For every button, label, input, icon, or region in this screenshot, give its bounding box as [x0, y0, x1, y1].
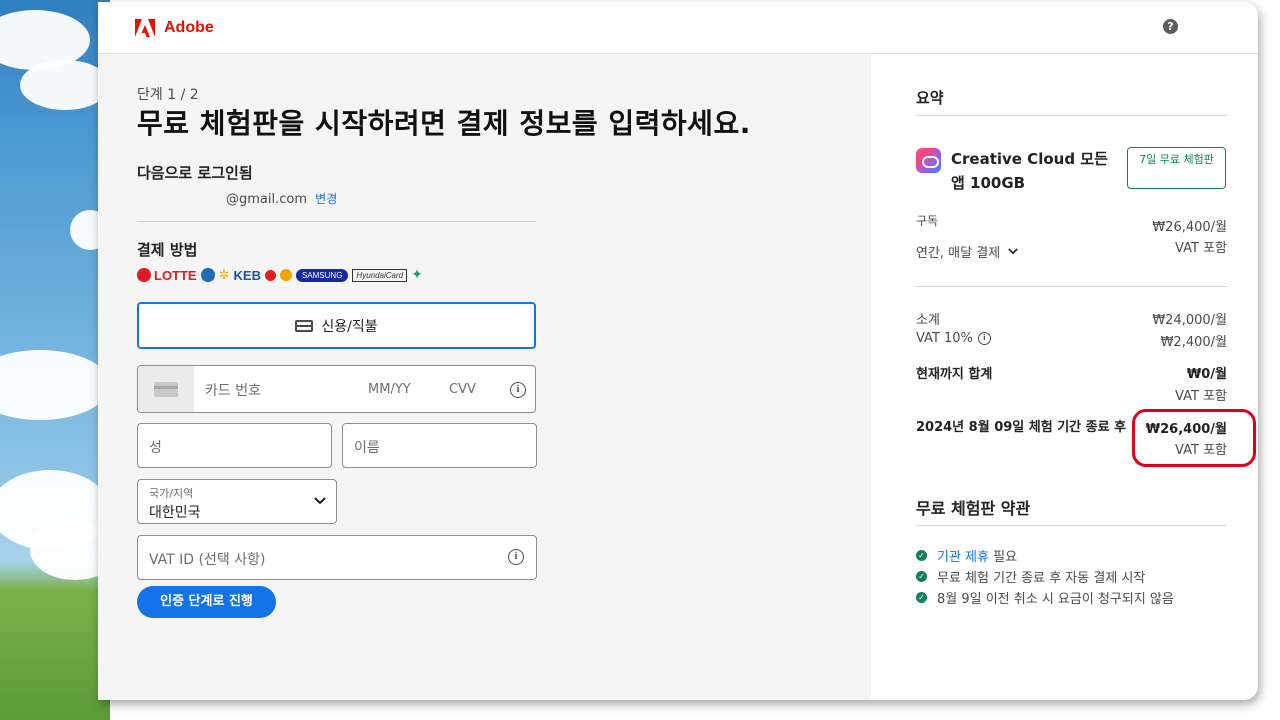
nh-card-logo: ✦: [411, 267, 423, 283]
term-item: ✓ 8월 9일 이전 취소 시 요금이 청구되지 않음: [916, 587, 1174, 608]
vat-value: ₩2,400/월: [1160, 335, 1227, 350]
total-today-label: 현재까지 합계: [916, 367, 993, 382]
subtotal-label: 소계: [916, 313, 940, 328]
trial-badge: 7일 무료 체험판: [1127, 147, 1226, 189]
card-details-field[interactable]: 카드 번호 MM/YY CVV i: [137, 365, 536, 413]
after-trial-label: 2024년 8월 09일 체험 기간 종료 후: [916, 420, 1127, 435]
last-name-placeholder: 성: [149, 440, 162, 456]
product-name: Creative Cloud 모든 앱 100GB: [951, 150, 1108, 192]
step-indicator: 단계 1 / 2: [137, 87, 199, 103]
account-email: @gmail.com: [226, 192, 308, 207]
creative-cloud-icon: [916, 148, 941, 173]
check-circle-icon: ✓: [916, 571, 927, 582]
samsung-card-logo: SAMSUNG: [295, 268, 349, 282]
kb-card-logo: ✲: [218, 267, 230, 283]
credit-debit-button[interactable]: 신용/직불: [137, 302, 536, 349]
divider: [916, 286, 1227, 287]
subscription-label: 구독: [916, 214, 939, 228]
vat-label: VAT 10%: [916, 331, 973, 346]
country-value: 대한민국: [149, 505, 201, 521]
vat-info-icon[interactable]: i: [508, 549, 524, 565]
divider: [916, 115, 1227, 116]
hyundai-card-logo: HyundaiCard: [352, 268, 408, 282]
check-circle-icon: ✓: [916, 592, 927, 603]
term-text: 필요: [993, 550, 1018, 565]
cvv-info-icon[interactable]: i: [510, 382, 526, 398]
credit-debit-label: 신용/직불: [321, 318, 378, 335]
login-label: 다음으로 로그인됨: [137, 164, 253, 182]
term-item: ✓ 기관 제휴 필요: [916, 545, 1174, 566]
term-text: 8월 9일 이전 취소 시 요금이 청구되지 않음: [937, 592, 1174, 607]
trial-terms-title: 무료 체험판 약관: [916, 499, 1031, 518]
chevron-down-icon: [314, 497, 326, 505]
checkout-window: Adobe ? 단계 1 / 2 무료 체험판을 시작하려면 결제 정보를 입력…: [98, 2, 1258, 700]
check-circle-icon: ✓: [916, 550, 927, 561]
subscription-vat-note: VAT 포함: [1175, 241, 1227, 256]
chevron-down-icon: [1008, 248, 1018, 255]
trial-terms-list: ✓ 기관 제휴 필요 ✓ 무료 체험 기간 종료 후 자동 결제 시작 ✓ 8월…: [916, 545, 1174, 608]
continue-to-verification-button[interactable]: 인증 단계로 진행: [137, 586, 276, 618]
divider: [916, 525, 1227, 526]
subtotal-value: ₩24,000/월: [1152, 313, 1227, 328]
sky-background: [0, 0, 110, 720]
credit-card-icon: [295, 319, 314, 332]
lotte-card-logo: LOTTE: [137, 268, 197, 283]
subscription-plan: 연간, 매달 결제: [916, 246, 1001, 261]
country-label: 국가/지역: [149, 487, 194, 500]
adobe-logo[interactable]: Adobe: [135, 19, 214, 37]
adobe-logo-icon: [135, 19, 155, 37]
first-name-placeholder: 이름: [354, 440, 380, 456]
top-bar: Adobe ?: [98, 2, 1258, 54]
payment-form-panel: 단계 1 / 2 무료 체험판을 시작하려면 결제 정보를 입력하세요. 다음으…: [98, 55, 871, 700]
total-today-vat-note: VAT 포함: [1175, 389, 1227, 404]
page-title: 무료 체험판을 시작하려면 결제 정보를 입력하세요.: [137, 107, 751, 140]
vat-id-placeholder: VAT ID (선택 사항): [149, 552, 266, 568]
cvv-input[interactable]: CVV: [449, 382, 476, 397]
term-text: 무료 체험 기간 종료 후 자동 결제 시작: [937, 571, 1146, 586]
account-email-row: @gmail.com 변경: [226, 190, 337, 207]
summary-title: 요약: [916, 89, 944, 107]
card-brand-logos: LOTTE ✲ KEB SAMSUNG HyundaiCard ✦: [137, 267, 423, 283]
card-placeholder-icon: [138, 366, 194, 412]
shinhan-card-logo: [200, 268, 215, 282]
subscription-plan-select[interactable]: 연간, 매달 결제: [916, 242, 1018, 261]
vat-info-icon[interactable]: i: [977, 332, 991, 345]
subscription-price: ₩26,400/월: [1152, 220, 1227, 235]
vat-row: VAT 10% i: [916, 331, 991, 346]
payment-method-label: 결제 방법: [137, 241, 198, 259]
help-icon[interactable]: ?: [1163, 19, 1178, 34]
change-account-link[interactable]: 변경: [315, 192, 337, 206]
first-name-field[interactable]: 이름: [342, 423, 537, 468]
card-number-input[interactable]: 카드 번호: [205, 380, 261, 400]
country-select[interactable]: 국가/지역 대한민국: [137, 479, 337, 524]
term-item: ✓ 무료 체험 기간 종료 후 자동 결제 시작: [916, 566, 1174, 587]
vat-id-field[interactable]: VAT ID (선택 사항) i: [137, 535, 537, 580]
lotte-emblem-icon: [137, 268, 151, 282]
institution-affiliation-link[interactable]: 기관 제휴: [937, 550, 989, 565]
woori-card-logo: [264, 269, 276, 281]
last-name-field[interactable]: 성: [137, 423, 332, 468]
expiry-input[interactable]: MM/YY: [368, 382, 411, 397]
price-highlight-circle: [1132, 409, 1256, 467]
total-today-value: ₩0/월: [1186, 367, 1227, 382]
bc-card-logo: [279, 269, 292, 281]
divider: [137, 221, 536, 222]
keb-card-logo: KEB: [233, 267, 261, 283]
adobe-wordmark: Adobe: [164, 19, 214, 36]
order-summary-panel: 요약 Creative Cloud 모든 앱 100GB 7일 무료 체험판 구…: [871, 55, 1258, 700]
